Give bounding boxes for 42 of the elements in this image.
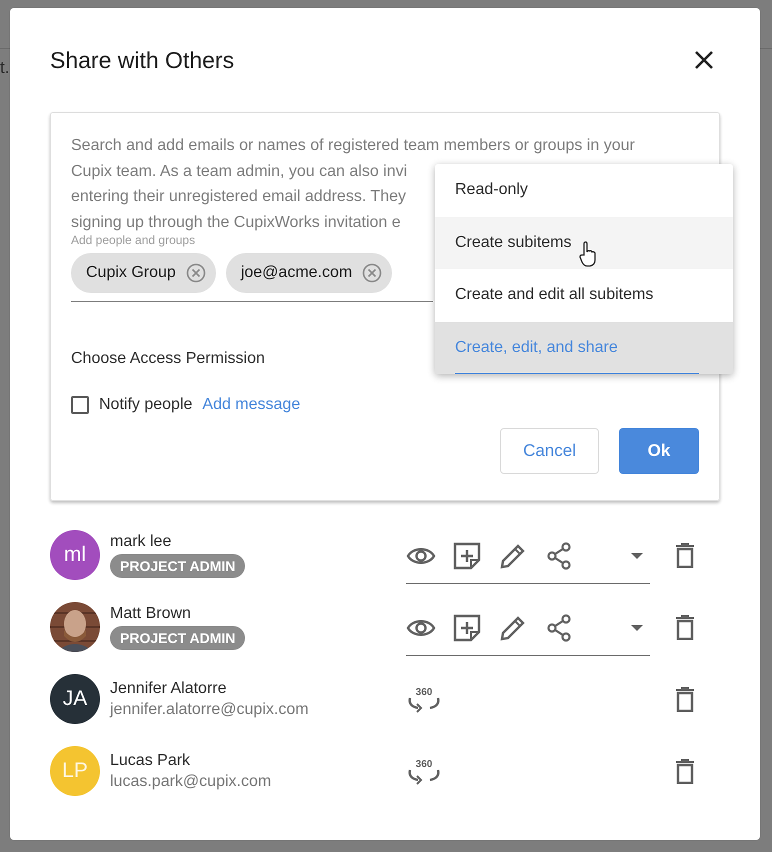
member-name: Lucas Park (110, 752, 192, 770)
dialog-title: Share with Others (50, 46, 234, 74)
caret-icon (630, 552, 644, 560)
trash-icon[interactable] (673, 758, 697, 784)
avatar: JA (50, 674, 100, 724)
member-name: mark lee (110, 532, 172, 550)
notify-checkbox[interactable] (71, 396, 89, 414)
notify-label: Notify people (99, 396, 192, 414)
background-text: t. (0, 58, 10, 78)
trash-icon[interactable] (673, 614, 697, 640)
member-email: lucas.park@cupix.com (110, 772, 272, 790)
avatar: LP (50, 746, 100, 796)
trash-icon[interactable] (673, 542, 697, 568)
role-tag: PROJECT ADMIN (110, 626, 246, 650)
avatar: ml (50, 530, 100, 580)
recipient-chip[interactable]: joe@acme.com (226, 253, 392, 293)
add-message-link[interactable]: Add message (202, 396, 300, 414)
recipient-chip[interactable]: Cupix Group (71, 253, 216, 293)
role-tag: PROJECT ADMIN (110, 554, 246, 578)
help-text-line: entering their unregistered email address. They (71, 187, 406, 207)
permission-label: Choose Access Permission (71, 350, 266, 368)
ok-button[interactable]: Ok (619, 428, 699, 474)
remove-icon[interactable] (362, 263, 382, 283)
field-label: Add people and groups (71, 233, 196, 247)
menu-item[interactable]: Create and edit all subitems (435, 269, 733, 322)
help-text-line: signing up through the CupixWorks invitation e (71, 212, 401, 232)
remove-icon[interactable] (186, 263, 206, 283)
hand-cursor-icon (579, 240, 597, 266)
menu-item[interactable]: Create subitems (435, 216, 733, 269)
member-name: Jennifer Alatorre (110, 680, 228, 698)
people-field[interactable]: Cupix Group joe@acme.com (71, 247, 433, 302)
help-text-line: Search and add emails or names of registered team members or groups in your (71, 136, 635, 156)
member-email: jennifer.alatorre@cupix.com (110, 700, 310, 718)
close-icon[interactable] (693, 49, 715, 71)
trash-icon[interactable] (673, 686, 697, 712)
add-note-icon (452, 612, 482, 642)
add-note-icon (452, 540, 482, 570)
member-name: Matt Brown (110, 604, 192, 622)
help-text-line: Cupix team. As a team admin, you can also invi (71, 162, 408, 182)
cancel-button[interactable]: Cancel (500, 428, 599, 474)
menu-item[interactable]: Read-only (435, 164, 733, 216)
caret-icon (630, 624, 644, 632)
